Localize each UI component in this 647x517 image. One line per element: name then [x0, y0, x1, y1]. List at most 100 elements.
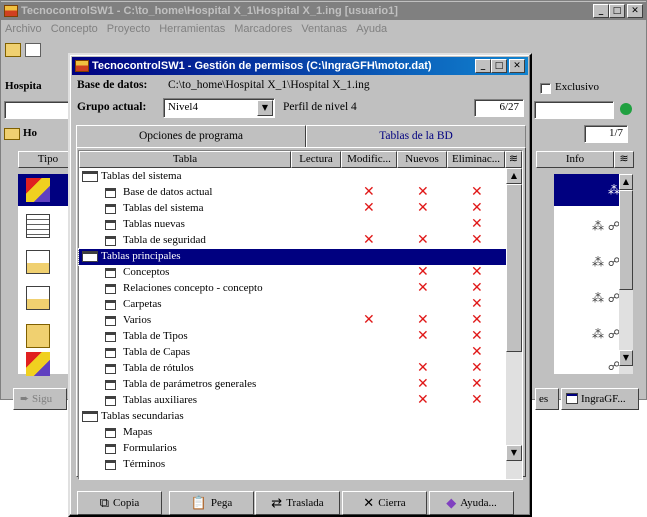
table-group-row[interactable]: Tablas del sistema — [79, 169, 506, 185]
new-document-icon[interactable] — [25, 43, 41, 57]
denied-mark-icon[interactable]: ✕ — [471, 344, 483, 360]
denied-mark-icon[interactable]: ✕ — [417, 232, 429, 248]
col-header-nuevos[interactable]: Nuevos — [397, 151, 447, 168]
maximize-icon[interactable]: □ — [609, 4, 625, 18]
table-row[interactable]: Términos — [79, 457, 506, 473]
menu-ventanas[interactable]: Ventanas — [301, 23, 347, 35]
table-row[interactable]: Varios ✕ ✕ ✕ — [79, 312, 506, 329]
denied-mark-icon[interactable]: ✕ — [471, 232, 483, 248]
scroll-down-icon[interactable]: ▼ — [619, 350, 633, 366]
denied-mark-icon[interactable]: ✕ — [417, 328, 429, 344]
menu-archivo[interactable]: Archivo — [5, 23, 42, 35]
table-scrollbar[interactable]: ▲ ▼ — [506, 168, 522, 479]
denied-mark-icon[interactable]: ✕ — [471, 264, 483, 280]
denied-mark-icon[interactable]: ✕ — [417, 264, 429, 280]
table-row[interactable]: Tablas auxiliares ✕ ✕ — [79, 392, 506, 409]
denied-mark-icon[interactable]: ✕ — [471, 312, 483, 328]
col-header-lectura[interactable]: Lectura — [291, 151, 341, 168]
denied-mark-icon[interactable]: ✕ — [417, 392, 429, 408]
col-header-eliminac[interactable]: Eliminac... — [447, 151, 505, 168]
dialog-title-bar[interactable]: TecnocontrolSW1 - Gestión de permisos (C… — [72, 57, 528, 75]
denied-mark-icon[interactable]: ✕ — [417, 280, 429, 296]
scroll-up-icon[interactable]: ▲ — [619, 174, 633, 190]
paste-button[interactable]: 📋 Pega — [169, 491, 254, 515]
denied-mark-icon[interactable]: ✕ — [471, 360, 483, 376]
col-header-tabla[interactable]: Tabla — [79, 151, 291, 168]
denied-mark-icon[interactable]: ✕ — [417, 376, 429, 392]
table-row[interactable]: Tabla de Capas ✕ — [79, 344, 506, 361]
close-icon[interactable]: ✕ — [509, 59, 525, 73]
move-button[interactable]: ⇄ Traslada — [255, 491, 340, 515]
bg-right-field[interactable] — [534, 101, 614, 119]
bg-scrollbar[interactable]: ▲ ▼ — [619, 174, 633, 374]
bg-next-button[interactable]: ➨ Sigu — [13, 388, 67, 410]
bg-right-button-1[interactable]: es — [535, 388, 559, 410]
denied-mark-icon[interactable]: ✕ — [363, 312, 375, 328]
group-select[interactable]: Nivel4 ▼ — [163, 98, 275, 118]
table-row[interactable]: Carpetas ✕ — [79, 296, 506, 313]
table-row[interactable]: Conceptos ✕ ✕ — [79, 264, 506, 281]
denied-mark-icon[interactable]: ✕ — [363, 184, 375, 200]
denied-mark-icon[interactable]: ✕ — [471, 392, 483, 408]
permissions-dialog: TecnocontrolSW1 - Gestión de permisos (C… — [68, 53, 532, 517]
minimize-icon[interactable]: _ — [593, 4, 609, 18]
table-row[interactable]: Base de datos actual ✕ ✕ ✕ — [79, 184, 506, 201]
menu-ayuda[interactable]: Ayuda — [356, 23, 387, 35]
menu-herramientas[interactable]: Herramientas — [159, 23, 225, 35]
table-row[interactable]: Tablas del sistema ✕ ✕ ✕ — [79, 200, 506, 217]
multi-shape-icon — [26, 352, 50, 376]
denied-mark-icon[interactable]: ✕ — [471, 184, 483, 200]
denied-mark-icon[interactable]: ✕ — [471, 376, 483, 392]
table-row[interactable]: Tabla de seguridad ✕ ✕ ✕ — [79, 232, 506, 249]
table-row[interactable]: Formularios — [79, 441, 506, 457]
denied-mark-icon[interactable]: ✕ — [417, 184, 429, 200]
close-dialog-button[interactable]: ✕ Cierra — [342, 491, 427, 515]
scroll-up-icon[interactable]: ▲ — [506, 168, 522, 184]
minimize-icon[interactable]: _ — [475, 59, 491, 73]
col-header-modific[interactable]: Modific... — [341, 151, 397, 168]
table-row[interactable]: Tablas nuevas ✕ — [79, 216, 506, 233]
table-row[interactable]: Mapas — [79, 425, 506, 441]
denied-mark-icon[interactable]: ✕ — [417, 360, 429, 376]
column-expand-icon[interactable]: ≋ — [505, 151, 522, 168]
tab-opciones-programa[interactable]: Opciones de programa — [76, 125, 306, 147]
denied-mark-icon[interactable]: ✕ — [471, 296, 483, 312]
table-row-label: Tabla de seguridad — [123, 234, 206, 246]
denied-mark-icon[interactable]: ✕ — [417, 312, 429, 328]
denied-mark-icon[interactable]: ✕ — [471, 200, 483, 216]
table-row[interactable]: Tabla de Tipos ✕ ✕ — [79, 328, 506, 345]
denied-mark-icon[interactable]: ✕ — [471, 280, 483, 296]
scroll-thumb[interactable] — [506, 184, 522, 352]
help-button[interactable]: ◆ Ayuda... — [429, 491, 514, 515]
denied-mark-icon[interactable]: ✕ — [471, 328, 483, 344]
bg-hospital-field[interactable] — [4, 101, 70, 119]
denied-mark-icon[interactable]: ✕ — [417, 200, 429, 216]
close-icon[interactable]: ✕ — [627, 4, 643, 18]
exclusive-label: Exclusivo — [555, 81, 599, 93]
copy-button[interactable]: ⧉ Copia — [77, 491, 162, 515]
menu-proyecto[interactable]: Proyecto — [107, 23, 150, 35]
menu-marcadores[interactable]: Marcadores — [234, 23, 292, 35]
table-icon — [105, 316, 116, 326]
table-row[interactable]: Tabla de parámetros generales ✕ ✕ — [79, 376, 506, 393]
tab-tablas-bd[interactable]: Tablas de la BD — [306, 125, 526, 147]
bg-ingra-button[interactable]: IngraGF... — [561, 388, 639, 410]
scroll-down-icon[interactable]: ▼ — [506, 445, 522, 461]
table-row[interactable]: Tabla de rótulos ✕ ✕ — [79, 360, 506, 377]
open-folder-icon[interactable] — [5, 43, 21, 57]
table-row-label: Tabla de Tipos — [123, 330, 188, 342]
bg-col-info[interactable]: Info — [536, 151, 614, 168]
scroll-thumb[interactable] — [619, 190, 633, 290]
denied-mark-icon[interactable]: ✕ — [363, 232, 375, 248]
maximize-icon[interactable]: □ — [491, 59, 507, 73]
table-group-row[interactable]: Tablas secundarias — [79, 409, 506, 425]
bg-col-expand-icon[interactable]: ≋ — [614, 151, 634, 168]
table-row[interactable]: Relaciones concepto - concepto ✕ ✕ — [79, 280, 506, 297]
table-group-row[interactable]: Tablas principales — [78, 248, 507, 266]
bg-title-bar[interactable]: TecnocontrolSW1 - C:\to_home\Hospital X_… — [1, 2, 646, 20]
denied-mark-icon[interactable]: ✕ — [363, 200, 375, 216]
chevron-down-icon[interactable]: ▼ — [257, 100, 273, 116]
menu-concepto[interactable]: Concepto — [51, 23, 98, 35]
exclusive-checkbox[interactable] — [540, 83, 551, 94]
denied-mark-icon[interactable]: ✕ — [471, 216, 483, 232]
